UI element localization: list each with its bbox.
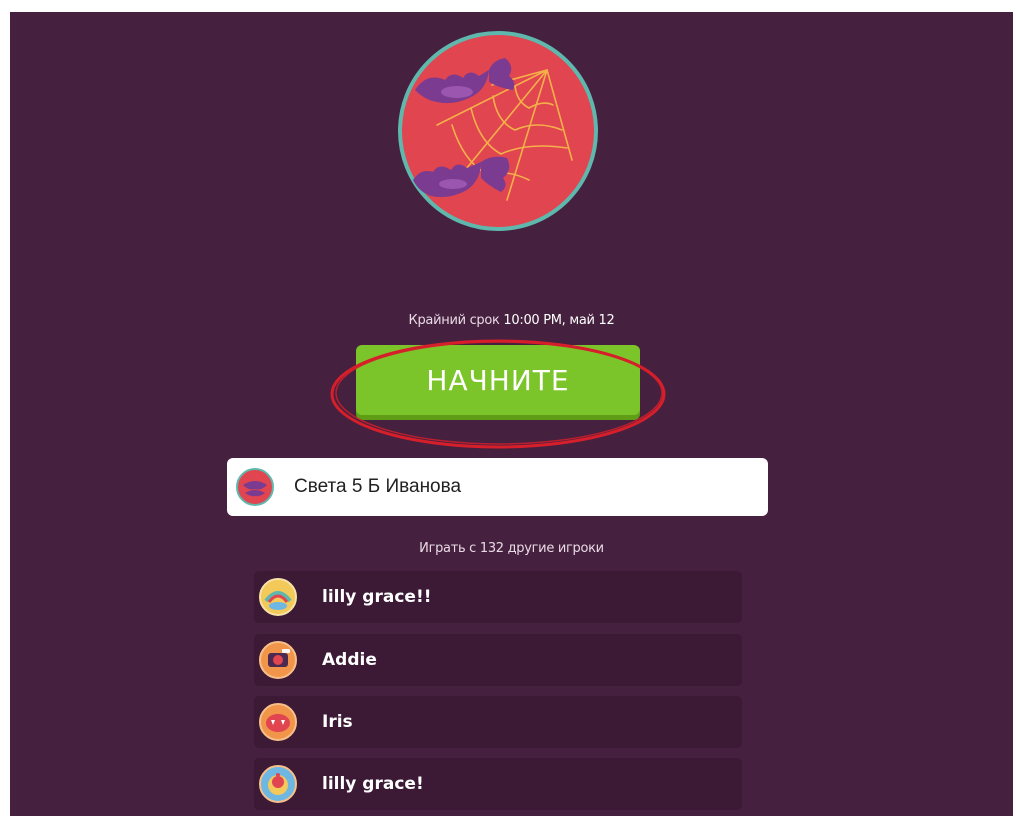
deadline-value: 10:00 PM, май 12 bbox=[503, 313, 615, 328]
halloween-bats-spiderweb-icon bbox=[398, 31, 598, 231]
red-monster-avatar-icon bbox=[236, 468, 274, 506]
red-fang-monster-avatar-icon bbox=[259, 703, 297, 741]
join-screen: Крайний срок 10:00 PM, май 12 НАЧНИТЕ Св… bbox=[10, 12, 1013, 816]
player-list-item: Iris bbox=[254, 696, 742, 748]
player-list-item: lilly grace! bbox=[254, 758, 742, 810]
camera-monster-avatar-icon bbox=[259, 641, 297, 679]
player-name: Addie bbox=[322, 650, 377, 670]
rainbow-monster-avatar-icon bbox=[259, 578, 297, 616]
deadline-text: Крайний срок 10:00 PM, май 12 bbox=[10, 313, 1013, 328]
cupcake-monster-avatar-icon bbox=[259, 765, 297, 803]
player-name: lilly grace! bbox=[322, 774, 424, 794]
player-list-item: lilly grace!! bbox=[254, 571, 742, 623]
start-button-wrapper: НАЧНИТЕ bbox=[356, 345, 640, 421]
player-name: lilly grace!! bbox=[322, 587, 432, 607]
player-list-item: Addie bbox=[254, 634, 742, 686]
player-name-value: Света 5 Б Иванова bbox=[294, 476, 462, 497]
player-name-field[interactable]: Света 5 Б Иванова bbox=[227, 458, 768, 516]
start-button[interactable]: НАЧНИТЕ bbox=[356, 345, 640, 415]
player-name: Iris bbox=[322, 712, 353, 732]
deadline-label: Крайний срок bbox=[408, 313, 500, 328]
players-count-label: Играть с 132 другие игроки bbox=[419, 541, 604, 556]
